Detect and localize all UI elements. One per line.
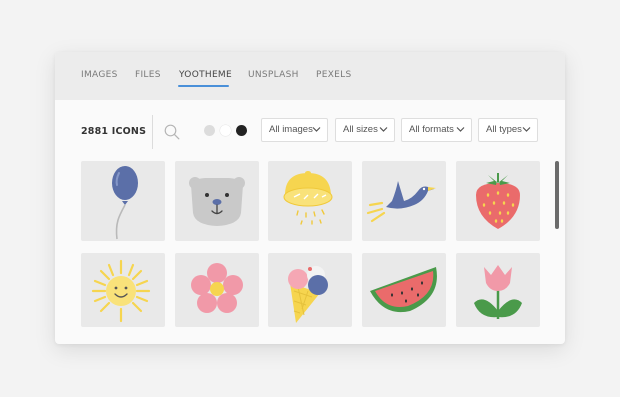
tab-pexels[interactable]: PEXELS (316, 70, 352, 80)
sun-icon (91, 259, 151, 323)
filter-sizes-label: All sizes (343, 124, 378, 135)
icon-tile-strawberry[interactable] (456, 161, 540, 241)
icon-tile-ice-cream[interactable] (268, 253, 352, 327)
search-icon[interactable] (164, 124, 180, 140)
icon-tile-flower[interactable] (175, 253, 259, 327)
swatch-light-gray[interactable] (204, 125, 215, 136)
swatch-black[interactable] (236, 125, 247, 136)
tab-bar: IMAGES FILES YOOTHEME UNSPLASH PEXELS (55, 52, 565, 100)
toolbar: 2881 ICONS All images All sizes All form… (55, 100, 565, 160)
icon-tile-tulip[interactable] (456, 253, 540, 327)
scrollbar-thumb[interactable] (555, 161, 559, 229)
icon-tile-lemon[interactable] (268, 161, 352, 241)
tab-images[interactable]: IMAGES (81, 70, 118, 80)
tab-files[interactable]: FILES (135, 70, 161, 80)
chevron-down-icon (522, 127, 531, 132)
chevron-down-icon (456, 127, 465, 132)
tab-unsplash[interactable]: UNSPLASH (248, 70, 299, 80)
ice-cream-icon (288, 266, 328, 323)
chevron-down-icon (312, 127, 321, 132)
watermelon-icon (370, 267, 437, 313)
filter-sizes-select[interactable]: All sizes (335, 118, 395, 142)
media-picker-panel: IMAGES FILES YOOTHEME UNSPLASH PEXELS 28… (55, 52, 565, 344)
strawberry-icon (476, 173, 520, 229)
flower-icon (191, 263, 243, 313)
active-tab-indicator (178, 85, 229, 87)
filter-images-select[interactable]: All images (261, 118, 328, 142)
chevron-down-icon (379, 127, 388, 132)
filter-formats-label: All formats (409, 124, 454, 135)
toolbar-divider (152, 115, 153, 149)
filter-types-label: All types (486, 124, 522, 135)
icon-tile-bird[interactable] (362, 161, 446, 241)
tulip-icon (474, 265, 522, 319)
icon-count: 2881 ICONS (81, 126, 147, 137)
icon-tile-bear[interactable] (175, 161, 259, 241)
filter-images-label: All images (269, 124, 313, 135)
bear-icon (189, 177, 245, 226)
icon-tile-balloon[interactable] (81, 161, 165, 241)
filter-formats-select[interactable]: All formats (401, 118, 472, 142)
bird-icon (366, 181, 436, 223)
swatch-white[interactable] (220, 125, 231, 136)
balloon-icon (112, 166, 138, 240)
filter-types-select[interactable]: All types (478, 118, 538, 142)
icon-tile-watermelon[interactable] (362, 253, 446, 327)
lemon-icon (283, 171, 333, 225)
tab-yootheme[interactable]: YOOTHEME (179, 70, 232, 80)
icon-tile-sun[interactable] (81, 253, 165, 327)
